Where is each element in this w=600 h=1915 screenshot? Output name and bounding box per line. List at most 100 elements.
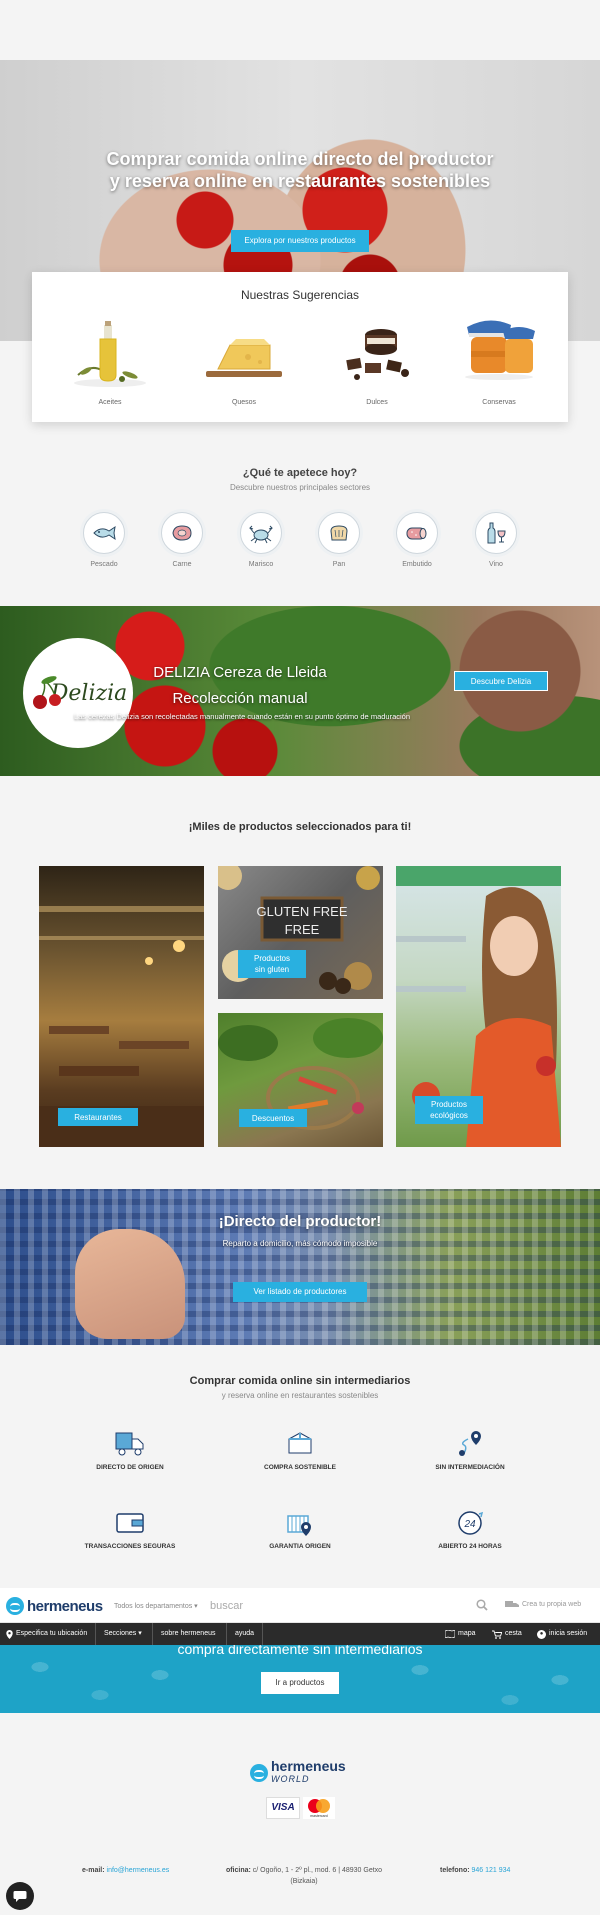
feature-sin-intermediacion: SIN INTERMEDIACIÓN: [390, 1429, 550, 1489]
search-icon[interactable]: [476, 1599, 488, 1611]
olive-oil-image: [74, 321, 146, 387]
suggestion-label: Aceites: [98, 399, 122, 406]
sector-label: Embutido: [402, 561, 432, 568]
sector-pan[interactable]: Pan: [309, 512, 369, 572]
hero-title-line1: Comprar comida online directo del produc…: [106, 149, 494, 169]
map-icon: [445, 1630, 455, 1638]
sector-label: Vino: [489, 561, 503, 568]
producer-title: ¡Directo del productor!: [218, 1213, 382, 1230]
phone-label: telefono:: [440, 1867, 470, 1874]
location-selector[interactable]: Especifica tu ubicación: [6, 1623, 87, 1645]
chevron-down-icon: ▾: [194, 1603, 198, 1610]
email-link[interactable]: info@hermeneus.es: [107, 1867, 170, 1874]
products-title: ¡Miles de productos seleccionados para t…: [188, 821, 412, 833]
suggestion-aceites[interactable]: Aceites: [55, 307, 165, 417]
producers-list-button[interactable]: Ver listado de productores: [233, 1282, 367, 1302]
explore-products-button[interactable]: Explora por nuestros productos: [231, 230, 369, 252]
feature-label: ABIERTO 24 HORAS: [438, 1543, 502, 1550]
nav-secciones[interactable]: Secciones ▾: [95, 1623, 150, 1645]
nav-ayuda[interactable]: ayuda: [226, 1623, 264, 1645]
feature-label: DIRECTO DE ORIGEN: [96, 1464, 164, 1471]
tile-descuentos[interactable]: Descuentos: [218, 1013, 383, 1147]
footer-email: e-mail: info@hermeneus.es: [82, 1865, 169, 1876]
cart-label: cesta: [505, 1630, 522, 1637]
hermeneus-logo[interactable]: hermeneus: [6, 1597, 103, 1615]
mastercard-logo: mastercard: [303, 1797, 335, 1819]
hermeneus-logo-text: hermeneus: [27, 1597, 103, 1615]
cta-strip: compra directamente sin intermediarios I…: [0, 1641, 600, 1713]
producer-subtitle: Reparto a domicilio, más cómodo imposibl…: [222, 1239, 378, 1248]
delizia-banner: Delizia DELIZIA Cereza de Lleida Recolec…: [0, 606, 600, 776]
go-to-products-button[interactable]: Ir a productos: [261, 1672, 339, 1694]
nav-secciones-label: Secciones: [104, 1630, 137, 1637]
delivery-truck-icon: [115, 1432, 144, 1456]
wine-icon: [487, 522, 506, 544]
location-pin-icon: [6, 1629, 13, 1639]
nav-sobre-hermeneus[interactable]: sobre hermeneus: [152, 1623, 223, 1645]
sector-pescado[interactable]: Pescado: [74, 512, 134, 572]
gluten-free-sign-line2: FREE: [285, 922, 320, 937]
suggestion-dulces[interactable]: Dulces: [322, 307, 432, 417]
sector-label: Marisco: [248, 561, 274, 568]
hermeneus-world-logo-sub: WORLD: [271, 1774, 310, 1784]
feature-compra-sostenible: COMPRA SOSTENIBLE: [220, 1429, 380, 1489]
site-header: hermeneus Todos los departamentos ▾ Crea…: [0, 1588, 600, 1623]
delizia-logo: Delizia: [23, 638, 133, 748]
restaurants-button[interactable]: Restaurantes: [58, 1108, 138, 1126]
wallet-icon: [116, 1513, 144, 1533]
hermeneus-world-logo-main: hermeneus: [271, 1758, 346, 1774]
location-label: Especifica tu ubicación: [16, 1630, 88, 1637]
login-link[interactable]: ● inicia sesión: [537, 1623, 587, 1645]
phone-link[interactable]: 946 121 934: [472, 1867, 511, 1874]
cart-icon: [492, 1630, 502, 1639]
hermeneus-world-logo: hermeneus WORLD: [250, 1758, 346, 1786]
hero-title: Comprar comida online directo del produc…: [0, 148, 600, 192]
map-label: mapa: [458, 1630, 476, 1637]
tile-ecologicos[interactable]: Productos ecológicos: [396, 866, 561, 1147]
suggestions-title: Nuestras Sugerencias: [240, 288, 360, 302]
truck-icon: [505, 1601, 519, 1607]
tile-restaurantes[interactable]: Restaurantes: [39, 866, 204, 1147]
cart-link[interactable]: cesta: [492, 1623, 522, 1645]
bread-icon: [330, 525, 348, 541]
tile-sin-gluten[interactable]: GLUTEN FREE FREE Productos sin gluten: [218, 866, 383, 999]
sectors-title: ¿Qué te apetece hoy?: [242, 467, 358, 479]
discover-delizia-button[interactable]: Descubre Delizia: [454, 671, 548, 691]
delizia-title-line2: Recolección manual: [172, 690, 308, 707]
suggestion-label: Dulces: [366, 399, 388, 406]
map-link[interactable]: mapa: [445, 1623, 476, 1645]
features-subtitle: y reserva online en restaurantes sosteni…: [221, 1391, 379, 1400]
feature-label: GARANTIA ORIGEN: [269, 1543, 331, 1550]
svg-text:24: 24: [463, 1519, 476, 1530]
gluten-free-button[interactable]: Productos sin gluten: [238, 950, 306, 978]
delizia-subtitle: Las cerezas Delizia son recolectadas man…: [73, 712, 411, 721]
suggestion-conservas[interactable]: Conservas: [444, 307, 554, 417]
departments-dropdown[interactable]: Todos los departamentos ▾: [114, 1602, 198, 1610]
feature-label: TRANSACCIONES SEGURAS: [84, 1543, 176, 1550]
sector-marisco[interactable]: Marisco: [231, 512, 291, 572]
suggestion-label: Quesos: [231, 399, 257, 406]
clock-24-icon: 24: [458, 1511, 484, 1535]
sectors-subtitle: Descubre nuestros principales sectores: [229, 483, 371, 492]
email-label: e-mail:: [82, 1867, 105, 1874]
discounts-button[interactable]: Descuentos: [239, 1109, 307, 1127]
office-address-line2: (Bizkaia): [290, 1878, 318, 1885]
visa-logo: VISA: [266, 1797, 300, 1819]
delizia-title: DELIZIA Cereza de Lleida Recolección man…: [140, 660, 340, 712]
suggestion-quesos[interactable]: Quesos: [189, 307, 299, 417]
sweets-image: [346, 329, 409, 380]
sector-carne[interactable]: Carne: [152, 512, 212, 572]
chat-button[interactable]: [6, 1882, 34, 1910]
cherry-icon: [33, 676, 61, 709]
main-nav: Especifica tu ubicación Secciones ▾ sobr…: [0, 1623, 600, 1645]
create-shop-link[interactable]: Crea tu propia web: [505, 1600, 581, 1609]
gluten-free-image: GLUTEN FREE FREE: [218, 866, 380, 994]
organic-products-button[interactable]: Productos ecológicos: [415, 1096, 483, 1124]
sausage-icon: [406, 527, 427, 540]
sector-vino[interactable]: Vino: [466, 512, 526, 572]
search-input[interactable]: [210, 1597, 470, 1615]
sector-embutido[interactable]: Embutido: [387, 512, 447, 572]
route-pin-icon: [459, 1431, 481, 1456]
gluten-free-button-line1: Productos: [253, 954, 291, 963]
sector-label: Pan: [332, 561, 346, 568]
